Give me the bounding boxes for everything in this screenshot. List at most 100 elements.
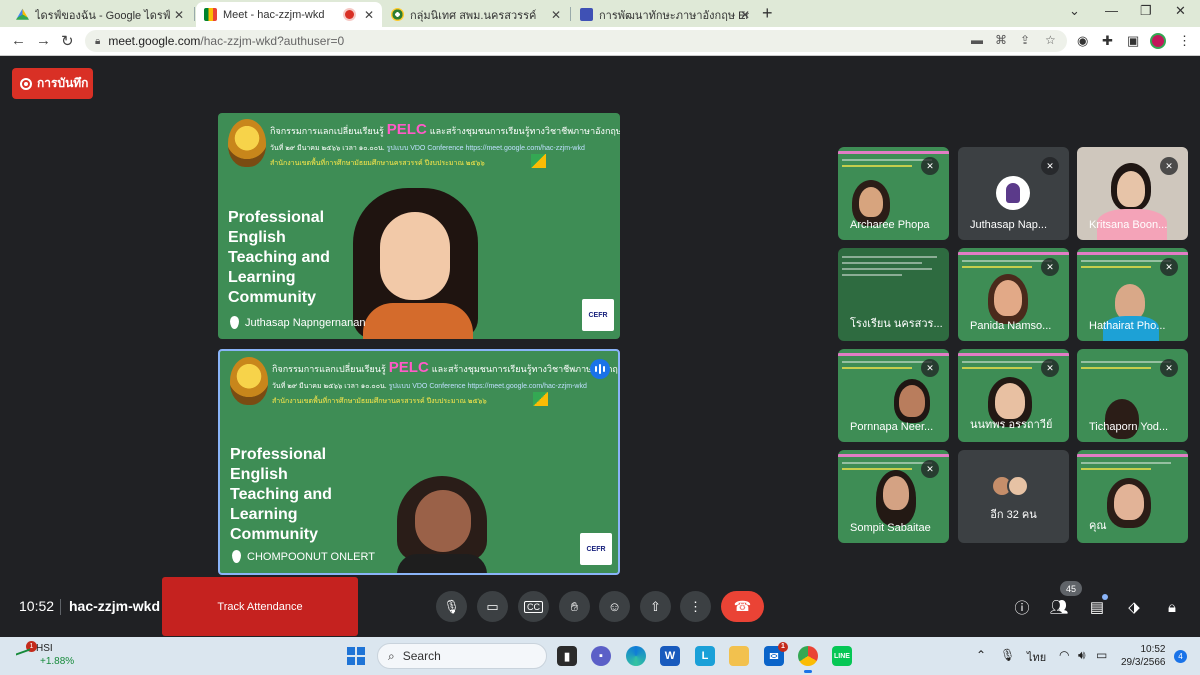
restore-icon[interactable]: ❐ [1140, 3, 1152, 19]
line-app-icon[interactable]: LINE [832, 646, 852, 666]
raise-hand-button[interactable]: ✋︎ [559, 591, 590, 622]
battery-icon[interactable]: ▭ [1096, 648, 1107, 662]
lock-icon: 🔒︎ [95, 35, 101, 47]
close-tab-icon[interactable]: ✕ [551, 8, 561, 22]
leave-call-button[interactable]: ☎︎ [721, 591, 764, 622]
self-view-tile[interactable]: คุณ [1077, 450, 1188, 543]
tab-meet[interactable]: Meet - hac-zzjm-wkd ✕ [196, 2, 382, 27]
reload-icon[interactable]: ↻ [61, 32, 74, 50]
share-icon[interactable]: ⇪ [1020, 33, 1030, 47]
close-tab-icon[interactable]: ✕ [740, 8, 750, 22]
tab-english-development[interactable]: การพัฒนาทักษะภาษาอังกฤษ English ✕ [572, 2, 758, 27]
mic-off-icon: ✕ [1041, 359, 1059, 377]
microphone-button[interactable]: 🎙︎ [436, 591, 467, 622]
host-controls-icon[interactable]: 🔒︎ [1161, 596, 1183, 618]
stage-tile-presenter-1[interactable]: กิจกรรมการแลกเปลี่ยนเรียนรู้ PELC และสร้าง… [218, 113, 620, 339]
tab-title: กลุ่มนิเทศ สพม.นครสวรรค์ [410, 9, 537, 22]
new-tab-icon[interactable]: + [762, 3, 773, 24]
participant-tile[interactable]: ✕ Archaree Phopa [838, 147, 949, 240]
taskbar-search[interactable]: ⌕ Search [377, 643, 547, 669]
file-explorer-icon[interactable] [729, 646, 749, 666]
extensions-puzzle-icon[interactable]: ✚ [1102, 33, 1113, 49]
pin-icon[interactable] [230, 316, 239, 329]
participant-tile[interactable]: ✕ Pornnapa Neer... [838, 349, 949, 442]
browser-menu-icon[interactable]: ⋮ [1178, 33, 1191, 49]
chrome-icon[interactable] [798, 646, 818, 673]
mic-off-icon: ✕ [1041, 258, 1059, 276]
banner-line-2: วันที่ ๒๙ มีนาคม ๒๕๖๖ เวลา ๑๐.๐๐น. รูปแบ… [270, 145, 585, 152]
participant-tile[interactable]: ✕ Juthasap Nap... [958, 147, 1069, 240]
forward-arrow-icon[interactable]: → [36, 32, 51, 49]
tab-google-drive[interactable]: ไดรฟ์ของฉัน - Google ไดรฟ์ ✕ [8, 2, 192, 27]
participant-name: Archaree Phopa [850, 219, 930, 231]
volume-icon[interactable]: 🔊︎ [1078, 648, 1086, 663]
banner-line-2: วันที่ ๒๙ มีนาคม ๒๕๖๖ เวลา ๑๐.๐๐น. รูปแบ… [272, 383, 587, 390]
participant-video [397, 476, 487, 573]
camera-in-use-icon[interactable]: ▬ [971, 33, 983, 47]
minimize-icon[interactable]: — [1105, 3, 1118, 18]
recording-button[interactable]: การบันทึก [12, 68, 93, 99]
participant-tile[interactable]: ✕ Kritsana Boon... [1077, 147, 1188, 240]
participant-tile[interactable]: ✕ Hathairat Pho... [1077, 248, 1188, 341]
wifi-icon[interactable]: ◠ [1059, 648, 1069, 662]
tab-search-chevron-icon[interactable]: ⌄ [1069, 3, 1080, 19]
mail-icon[interactable]: ✉ 1 [764, 642, 788, 666]
participant-name: Tichaporn Yod... [1089, 421, 1169, 433]
more-options-button[interactable]: ⋮ [680, 591, 711, 622]
tab-supervision-group[interactable]: กลุ่มนิเทศ สพม.นครสวรรค์ ✕ [383, 2, 569, 27]
participant-count-badge: 45 [1060, 581, 1082, 596]
event-banner: กิจกรรมการแลกเปลี่ยนเรียนรู้ PELC และสร้าง… [218, 113, 620, 173]
present-button[interactable]: ⇧ [640, 591, 671, 622]
search-icon: ⌕ [388, 648, 395, 663]
input-language[interactable]: ไทย [1027, 648, 1046, 666]
stage-tile-presenter-2[interactable]: กิจกรรมการแลกเปลี่ยนเรียนรู้ PELC และสร้าง… [218, 349, 620, 575]
tray-chevron-icon[interactable]: ⌃ [976, 648, 986, 662]
meeting-code[interactable]: hac-zzjm-wkd [69, 598, 160, 614]
translate-icon[interactable]: ⌘ [995, 33, 1007, 47]
participant-name: นนทพร อรรถาวีย์ [970, 419, 1053, 431]
microphone-icon: 🎙︎ [443, 598, 460, 614]
banner-line-3: สำนักงานเขตพื้นที่การศึกษามัธยมศึกษานครส… [272, 398, 487, 405]
more-participants-tile[interactable]: อีก 32 คน [958, 450, 1069, 543]
tray-mic-icon[interactable]: 🎙︎ [1000, 648, 1015, 662]
bookmark-star-icon[interactable]: ☆ [1045, 33, 1056, 47]
participant-tile[interactable]: ✕ Sompit Sabaitae [838, 450, 949, 543]
clock-time: 10:52 [1140, 644, 1166, 655]
launcher-l-icon[interactable]: L [695, 646, 715, 666]
captions-button[interactable]: CC [518, 591, 549, 622]
browser-toolbar: ← → ↻ 🔒︎ meet.google.com/hac-zzjm-wkd?au… [0, 27, 1200, 56]
teams-chat-icon[interactable]: ▪ [591, 646, 611, 666]
mic-off-icon: ✕ [921, 157, 939, 175]
back-arrow-icon[interactable]: ← [11, 32, 26, 49]
profile-avatar-icon[interactable] [1150, 33, 1166, 52]
word-icon[interactable]: W [660, 646, 680, 666]
participant-tile[interactable]: ✕ นนทพร อรรถาวีย์ [958, 349, 1069, 442]
participant-tile[interactable]: โรงเรียน นครสวร... [838, 248, 949, 341]
extension-avatar-icon[interactable]: ◉ [1077, 33, 1088, 49]
system-clock[interactable]: 10:52 29/3/2566 [1121, 643, 1166, 669]
mic-off-icon: ✕ [1041, 157, 1059, 175]
stock-widget[interactable]: 1 HSI +1.88% [16, 640, 74, 668]
task-view-icon[interactable]: ▮ [557, 646, 577, 666]
pin-icon[interactable] [232, 550, 241, 563]
close-window-icon[interactable]: ✕ [1175, 3, 1186, 19]
participant-tile[interactable]: ✕ Tichaporn Yod... [1077, 349, 1188, 442]
side-panel-icon[interactable]: ▣ [1127, 33, 1139, 49]
participant-tile[interactable]: ✕ Panida Namso... [958, 248, 1069, 341]
windows-start-icon[interactable] [347, 647, 365, 665]
camera-button[interactable]: ▭ [477, 591, 508, 622]
reactions-button[interactable]: ☺ [599, 591, 630, 622]
people-icon[interactable]: 👥︎ [1048, 596, 1070, 618]
track-attendance-button[interactable]: Track Attendance [162, 577, 358, 636]
edge-browser-icon[interactable] [626, 646, 646, 666]
close-tab-icon[interactable]: ✕ [174, 8, 184, 22]
address-bar[interactable]: 🔒︎ meet.google.com/hac-zzjm-wkd?authuser… [85, 30, 1067, 52]
banner-line-1: กิจกรรมการแลกเปลี่ยนเรียนรู้ PELC และสร้าง… [272, 359, 620, 376]
google-meet-logo [531, 154, 546, 168]
notification-badge[interactable]: 4 [1174, 650, 1187, 663]
activities-icon[interactable]: ⬗ [1123, 596, 1145, 618]
stock-name: HSI [36, 643, 53, 654]
close-tab-icon[interactable]: ✕ [364, 8, 374, 22]
google-meet-icon [204, 8, 217, 21]
meeting-info-icon[interactable]: ⓘ [1011, 596, 1033, 618]
